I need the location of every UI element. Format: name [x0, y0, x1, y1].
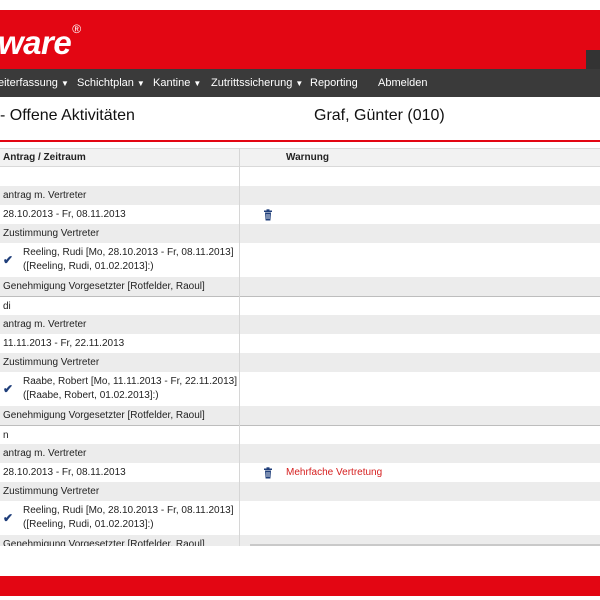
employee-name: Graf, Günter (010) — [314, 107, 445, 124]
activities-table: Antrag / Zeitraum Warnung antrag m. Vert… — [0, 148, 600, 546]
table-row[interactable]: Genehmigung Vorgesetzter [Rotfelder, Rao… — [0, 406, 600, 425]
column-header-antrag[interactable]: Antrag / Zeitraum — [3, 149, 86, 167]
table-row[interactable]: Genehmigung Vorgesetzter [Rotfelder, Rao… — [0, 277, 600, 296]
check-icon: ✔ — [3, 382, 14, 396]
nav-item-zutrittssicherung[interactable]: Zutrittssicherung ▼ — [211, 69, 303, 97]
row-text: 11.11.2013 - Fr, 22.11.2013 — [3, 338, 125, 349]
header-divider — [0, 140, 600, 142]
table-row[interactable]: antrag m. Vertreter — [0, 186, 600, 205]
table-row[interactable]: n — [0, 425, 600, 444]
main-nav: eiterfassung ▼ Schichtplan ▼ Kantine ▼ Zutr… — [0, 69, 600, 97]
nav-item-kantine[interactable]: Kantine ▼ — [153, 69, 201, 97]
table-row[interactable] — [0, 167, 600, 186]
row-text: 28.10.2013 - Fr, 08.11.2013 — [3, 209, 126, 220]
row-text: Genehmigung Vorgesetzter [Rotfelder, Rao… — [3, 410, 205, 421]
warning-text: Mehrfache Vertretung — [286, 467, 383, 478]
row-text: Genehmigung Vorgesetzter [Rotfelder, Rao… — [3, 281, 205, 292]
nav-item-abmelden[interactable]: Abmelden — [378, 69, 428, 97]
brand-bar: ware® — [0, 10, 600, 79]
table-row[interactable]: ✔ Reeling, Rudi [Mo, 28.10.2013 - Fr, 08.… — [0, 501, 600, 535]
nav-item-schichtplan[interactable]: Schichtplan ▼ — [77, 69, 145, 97]
nav-item-zeiterfassung[interactable]: eiterfassung ▼ — [0, 69, 69, 97]
logo[interactable]: ware® — [0, 22, 81, 62]
table-row[interactable]: 11.11.2013 - Fr, 22.11.2013 — [0, 334, 600, 353]
row-text: Zustimmung Vertreter — [3, 486, 100, 497]
table-header: Antrag / Zeitraum Warnung — [0, 148, 600, 167]
chevron-down-icon: ▼ — [295, 79, 304, 88]
chevron-down-icon: ▼ — [193, 79, 202, 88]
table-row[interactable]: 28.10.2013 - Fr, 08.11.2013 Mehrfache Ver… — [0, 463, 600, 482]
row-text: antrag m. Vertreter — [3, 448, 87, 459]
footer-spacer — [0, 546, 600, 576]
row-text: 28.10.2013 - Fr, 08.11.2013 — [3, 467, 126, 478]
row-text: Reeling, Rudi [Mo, 28.10.2013 - Fr, 08.1… — [23, 505, 234, 530]
trash-icon[interactable] — [263, 208, 273, 221]
column-divider — [239, 148, 240, 546]
page-header: - Offene Aktivitäten Graf, Günter (010) — [0, 97, 600, 141]
row-text: Reeling, Rudi [Mo, 28.10.2013 - Fr, 08.1… — [23, 247, 234, 272]
row-text: antrag m. Vertreter — [3, 319, 87, 330]
row-text: Zustimmung Vertreter — [3, 357, 100, 368]
nav-item-reporting[interactable]: Reporting — [310, 69, 358, 97]
bottom-margin — [0, 596, 600, 600]
table-row[interactable]: Zustimmung Vertreter — [0, 224, 600, 243]
table-row[interactable]: Zustimmung Vertreter — [0, 482, 600, 501]
table-row[interactable]: ✔ Reeling, Rudi [Mo, 28.10.2013 - Fr, 08.… — [0, 243, 600, 277]
trash-icon[interactable] — [263, 466, 273, 479]
check-icon: ✔ — [3, 511, 14, 525]
column-header-warnung[interactable]: Warnung — [286, 149, 329, 167]
row-text: antrag m. Vertreter — [3, 190, 87, 201]
table-row[interactable]: Zustimmung Vertreter — [0, 353, 600, 372]
row-text: Zustimmung Vertreter — [3, 228, 100, 239]
row-text: Raabe, Robert [Mo, 11.11.2013 - Fr, 22.1… — [23, 376, 238, 401]
row-text: Genehmigung Vorgesetzter [Rotfelder, Rao… — [3, 539, 205, 546]
chevron-down-icon: ▼ — [136, 79, 145, 88]
top-margin — [0, 0, 600, 10]
table-row[interactable]: 28.10.2013 - Fr, 08.11.2013 — [0, 205, 600, 224]
table-row[interactable]: antrag m. Vertreter — [0, 444, 600, 463]
page-title: - Offene Aktivitäten — [0, 107, 135, 124]
table-row[interactable]: ✔ Raabe, Robert [Mo, 11.11.2013 - Fr, 22.… — [0, 372, 600, 406]
row-text: n — [3, 430, 9, 441]
row-text: di — [3, 301, 11, 312]
table-row[interactable]: antrag m. Vertreter — [0, 315, 600, 334]
chevron-down-icon: ▼ — [60, 79, 69, 88]
footer-bar — [0, 576, 600, 596]
check-icon: ✔ — [3, 253, 14, 267]
table-row[interactable]: di — [0, 296, 600, 315]
